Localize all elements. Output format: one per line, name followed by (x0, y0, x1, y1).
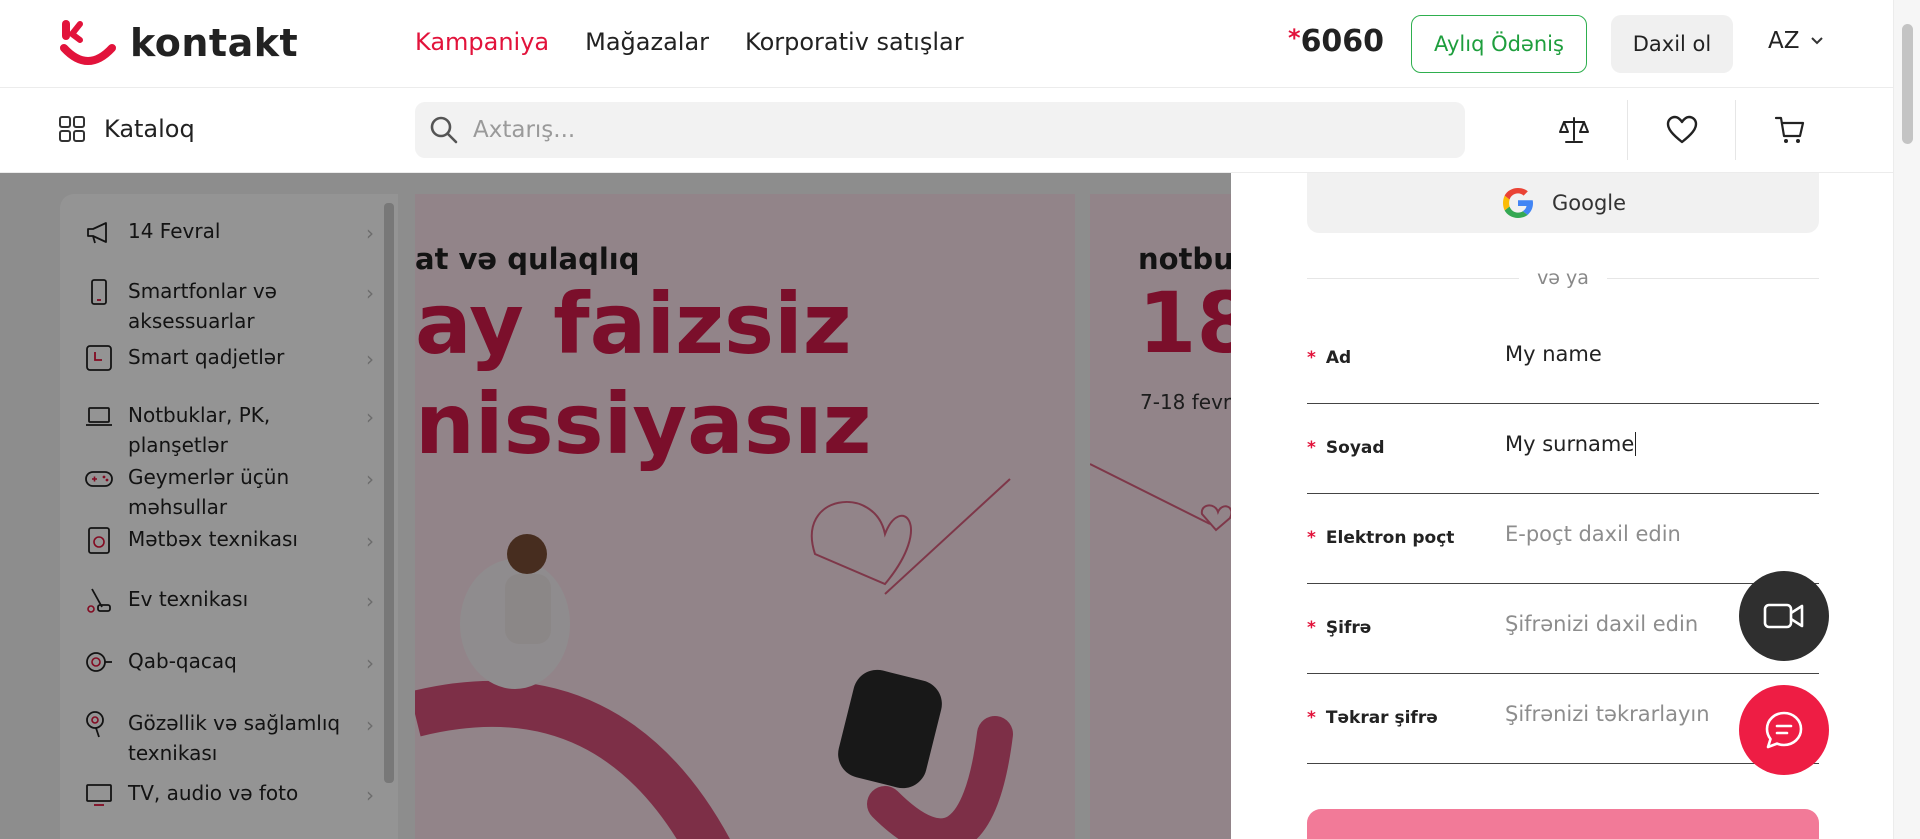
last-name-input[interactable]: My surname (1505, 432, 1637, 456)
grid-icon (59, 116, 85, 142)
confirm-password-input[interactable]: Şifrənizi təkrarlayın (1505, 702, 1710, 726)
chat-button[interactable] (1739, 685, 1829, 775)
header-actions (1520, 100, 1844, 160)
last-name-label: * Soyad (1307, 438, 1385, 458)
page-scrollbar-thumb[interactable] (1902, 24, 1913, 144)
search-bar[interactable] (415, 102, 1465, 158)
brand-logo[interactable]: kontakt (58, 18, 298, 68)
email-input[interactable]: E-poçt daxil edin (1505, 522, 1681, 546)
heart-icon (1666, 115, 1697, 144)
language-select[interactable]: AZ (1768, 28, 1824, 54)
password-input[interactable]: Şifrənizi daxil edin (1505, 612, 1698, 636)
login-button[interactable]: Daxil ol (1611, 15, 1733, 73)
catalog-button[interactable]: Kataloq (58, 115, 195, 143)
scales-icon (1558, 117, 1589, 143)
nav-magazalar[interactable]: Mağazalar (585, 28, 709, 56)
compare-button[interactable] (1520, 100, 1628, 160)
favorites-button[interactable] (1628, 100, 1736, 160)
video-camera-icon (1763, 603, 1804, 629)
page-scrollbar[interactable] (1893, 0, 1920, 839)
google-button-label: Google (1551, 191, 1627, 215)
confirm-password-label: * Təkrar şifrə (1307, 708, 1438, 728)
cart-button[interactable] (1736, 100, 1844, 160)
last-name-field[interactable]: * Soyad My surname (1307, 404, 1819, 494)
cart-icon (1774, 116, 1805, 143)
google-logo-icon (1502, 188, 1533, 218)
language-label: AZ (1768, 28, 1800, 54)
chat-bubble-icon (1765, 711, 1803, 749)
password-label: * Şifrə (1307, 618, 1372, 638)
hotline-star: * (1288, 24, 1301, 52)
first-name-input[interactable]: My name (1505, 342, 1602, 366)
catalog-label: Kataloq (104, 115, 195, 143)
google-signin-button[interactable]: Google (1307, 173, 1819, 233)
email-field[interactable]: * Elektron poçt E-poçt daxil edin (1307, 494, 1819, 584)
nav-kampaniya[interactable]: Kampaniya (415, 28, 549, 56)
first-name-label: * Ad (1307, 348, 1352, 368)
first-name-field[interactable]: * Ad My name (1307, 314, 1819, 404)
monthly-payment-button[interactable]: Aylıq Ödəniş (1411, 15, 1587, 73)
search-icon (430, 116, 458, 144)
chevron-down-icon (1810, 37, 1823, 45)
hotline-digits: 6060 (1300, 24, 1385, 59)
sub-header: Kataloq (0, 88, 1895, 173)
nav-korporativ[interactable]: Korporativ satışlar (745, 28, 964, 56)
register-submit-button[interactable] (1307, 809, 1819, 839)
hotline-number[interactable]: *6060 (1288, 24, 1384, 59)
email-label: * Elektron poçt (1307, 528, 1455, 548)
top-header: kontakt Kampaniya Mağazalar Korporativ s… (0, 0, 1895, 88)
divider-or-label: və ya (1537, 267, 1589, 289)
brand-name: kontakt (130, 21, 299, 65)
video-call-button[interactable] (1739, 571, 1829, 661)
main-nav: Kampaniya Mağazalar Korporativ satışlar (415, 28, 964, 56)
search-input[interactable] (473, 117, 1373, 143)
divider-or: və ya (1307, 266, 1819, 290)
modal-backdrop[interactable] (0, 173, 1231, 839)
kontakt-logo-icon (58, 18, 118, 68)
